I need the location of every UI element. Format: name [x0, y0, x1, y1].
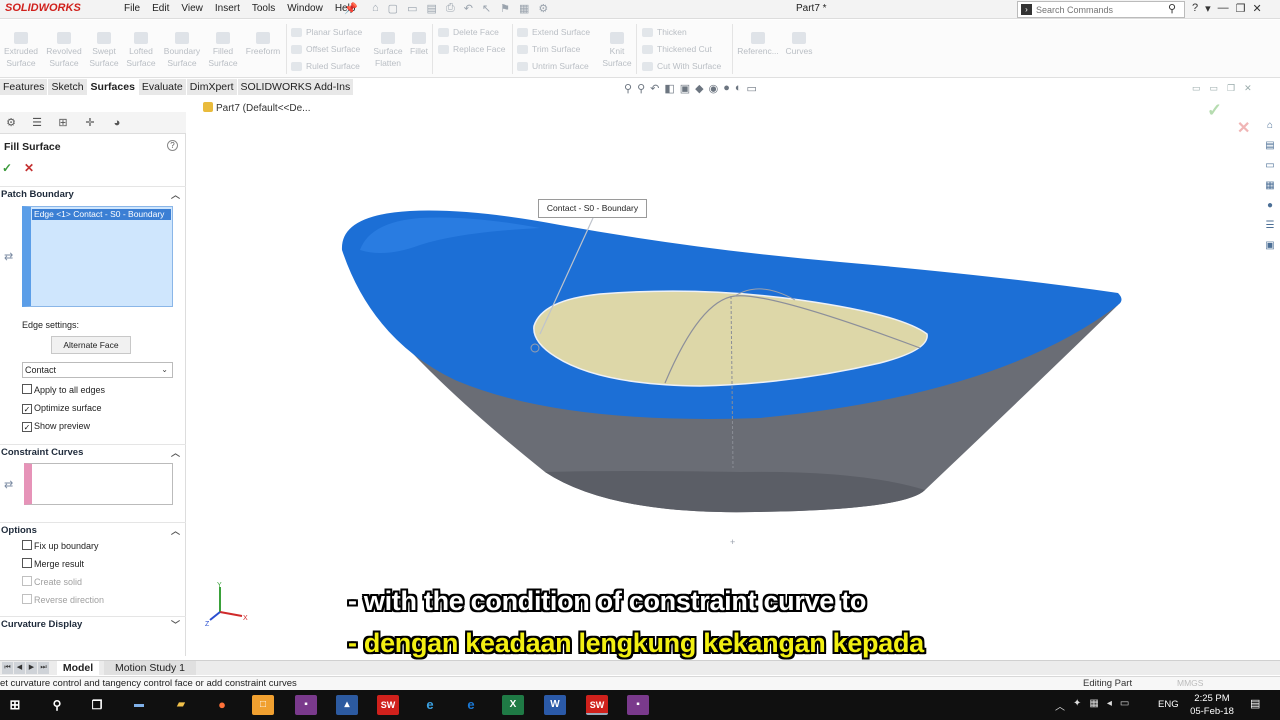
clock[interactable]: 2:25 PM 05-Feb-18	[1190, 692, 1234, 718]
tab-model[interactable]: Model	[57, 661, 99, 675]
app-orange-icon[interactable]: □	[252, 695, 274, 715]
file-explorer-icon[interactable]: ▬	[128, 695, 150, 715]
media-app-icon[interactable]: ▪	[295, 695, 317, 715]
last-tab-icon[interactable]: ⏭	[38, 662, 49, 674]
input-language[interactable]: ENG	[1158, 699, 1179, 710]
firefox-icon[interactable]: ●	[211, 695, 233, 715]
volume-icon[interactable]: ◂	[1107, 698, 1112, 713]
system-tray: ︿ ✦ ▦ ◂ ▭	[1055, 698, 1129, 713]
windows-taskbar: ⊞ ⚲ ❐ ▬ ▰ ● □ ▪ ▴ SW e e X W SW ▪ ︿ ✦ ▦ …	[0, 690, 1280, 720]
windows-start-icon[interactable]: ⊞	[4, 695, 26, 715]
tab-motion-study-1[interactable]: Motion Study 1	[104, 661, 196, 675]
search-icon[interactable]: ⚲	[46, 695, 68, 715]
network-icon[interactable]: ▦	[1089, 698, 1098, 713]
folder-icon[interactable]: ▰	[170, 695, 192, 715]
recorder-app-icon[interactable]: ▪	[627, 695, 649, 715]
solidworks-icon[interactable]: SW	[377, 695, 399, 715]
origin-marker: +	[730, 537, 735, 547]
prev-tab-icon[interactable]: ◀	[14, 662, 25, 674]
battery-icon[interactable]: ▭	[1120, 698, 1129, 713]
first-tab-icon[interactable]: ⏮	[2, 662, 13, 674]
excel-icon[interactable]: X	[502, 695, 524, 715]
subtitle-malay: - dengan keadaan lengkung kekangan kepad…	[348, 628, 924, 658]
next-tab-icon[interactable]: ▶	[26, 662, 37, 674]
clock-time: 2:25 PM	[1194, 693, 1230, 704]
dropbox-icon[interactable]: ✦	[1073, 698, 1081, 713]
word-icon[interactable]: W	[544, 695, 566, 715]
status-message: et curvature control and tangency contro…	[0, 678, 297, 689]
clock-date: 05-Feb-18	[1190, 706, 1234, 717]
app-blue-icon[interactable]: ▴	[336, 695, 358, 715]
status-bar: et curvature control and tangency contro…	[0, 676, 1280, 690]
svg-text:Z: Z	[205, 621, 210, 628]
internet-explorer-icon[interactable]: e	[419, 695, 441, 715]
solidworks-active-icon[interactable]: SW	[586, 695, 608, 715]
notification-icon[interactable]: ▤	[1250, 697, 1260, 710]
task-view-icon[interactable]: ❐	[86, 695, 108, 715]
reference-triad: Y X Z	[205, 582, 248, 628]
svg-text:Y: Y	[217, 582, 222, 589]
bottom-tab-bar: ⏮ ◀ ▶ ⏭ Model Motion Study 1	[0, 660, 1280, 675]
tab-scroll-buttons: ⏮ ◀ ▶ ⏭	[2, 662, 49, 674]
edge-icon[interactable]: e	[460, 695, 482, 715]
status-editing-mode: Editing Part	[1083, 678, 1133, 689]
boundary-callout[interactable]: Contact - S0 - Boundary	[538, 199, 647, 218]
status-units[interactable]: MMGS	[1177, 678, 1203, 688]
svg-text:X: X	[243, 615, 248, 622]
tray-chevron-icon[interactable]: ︿	[1055, 698, 1065, 713]
subtitle-english: - with the condition of constraint curve…	[348, 586, 867, 616]
